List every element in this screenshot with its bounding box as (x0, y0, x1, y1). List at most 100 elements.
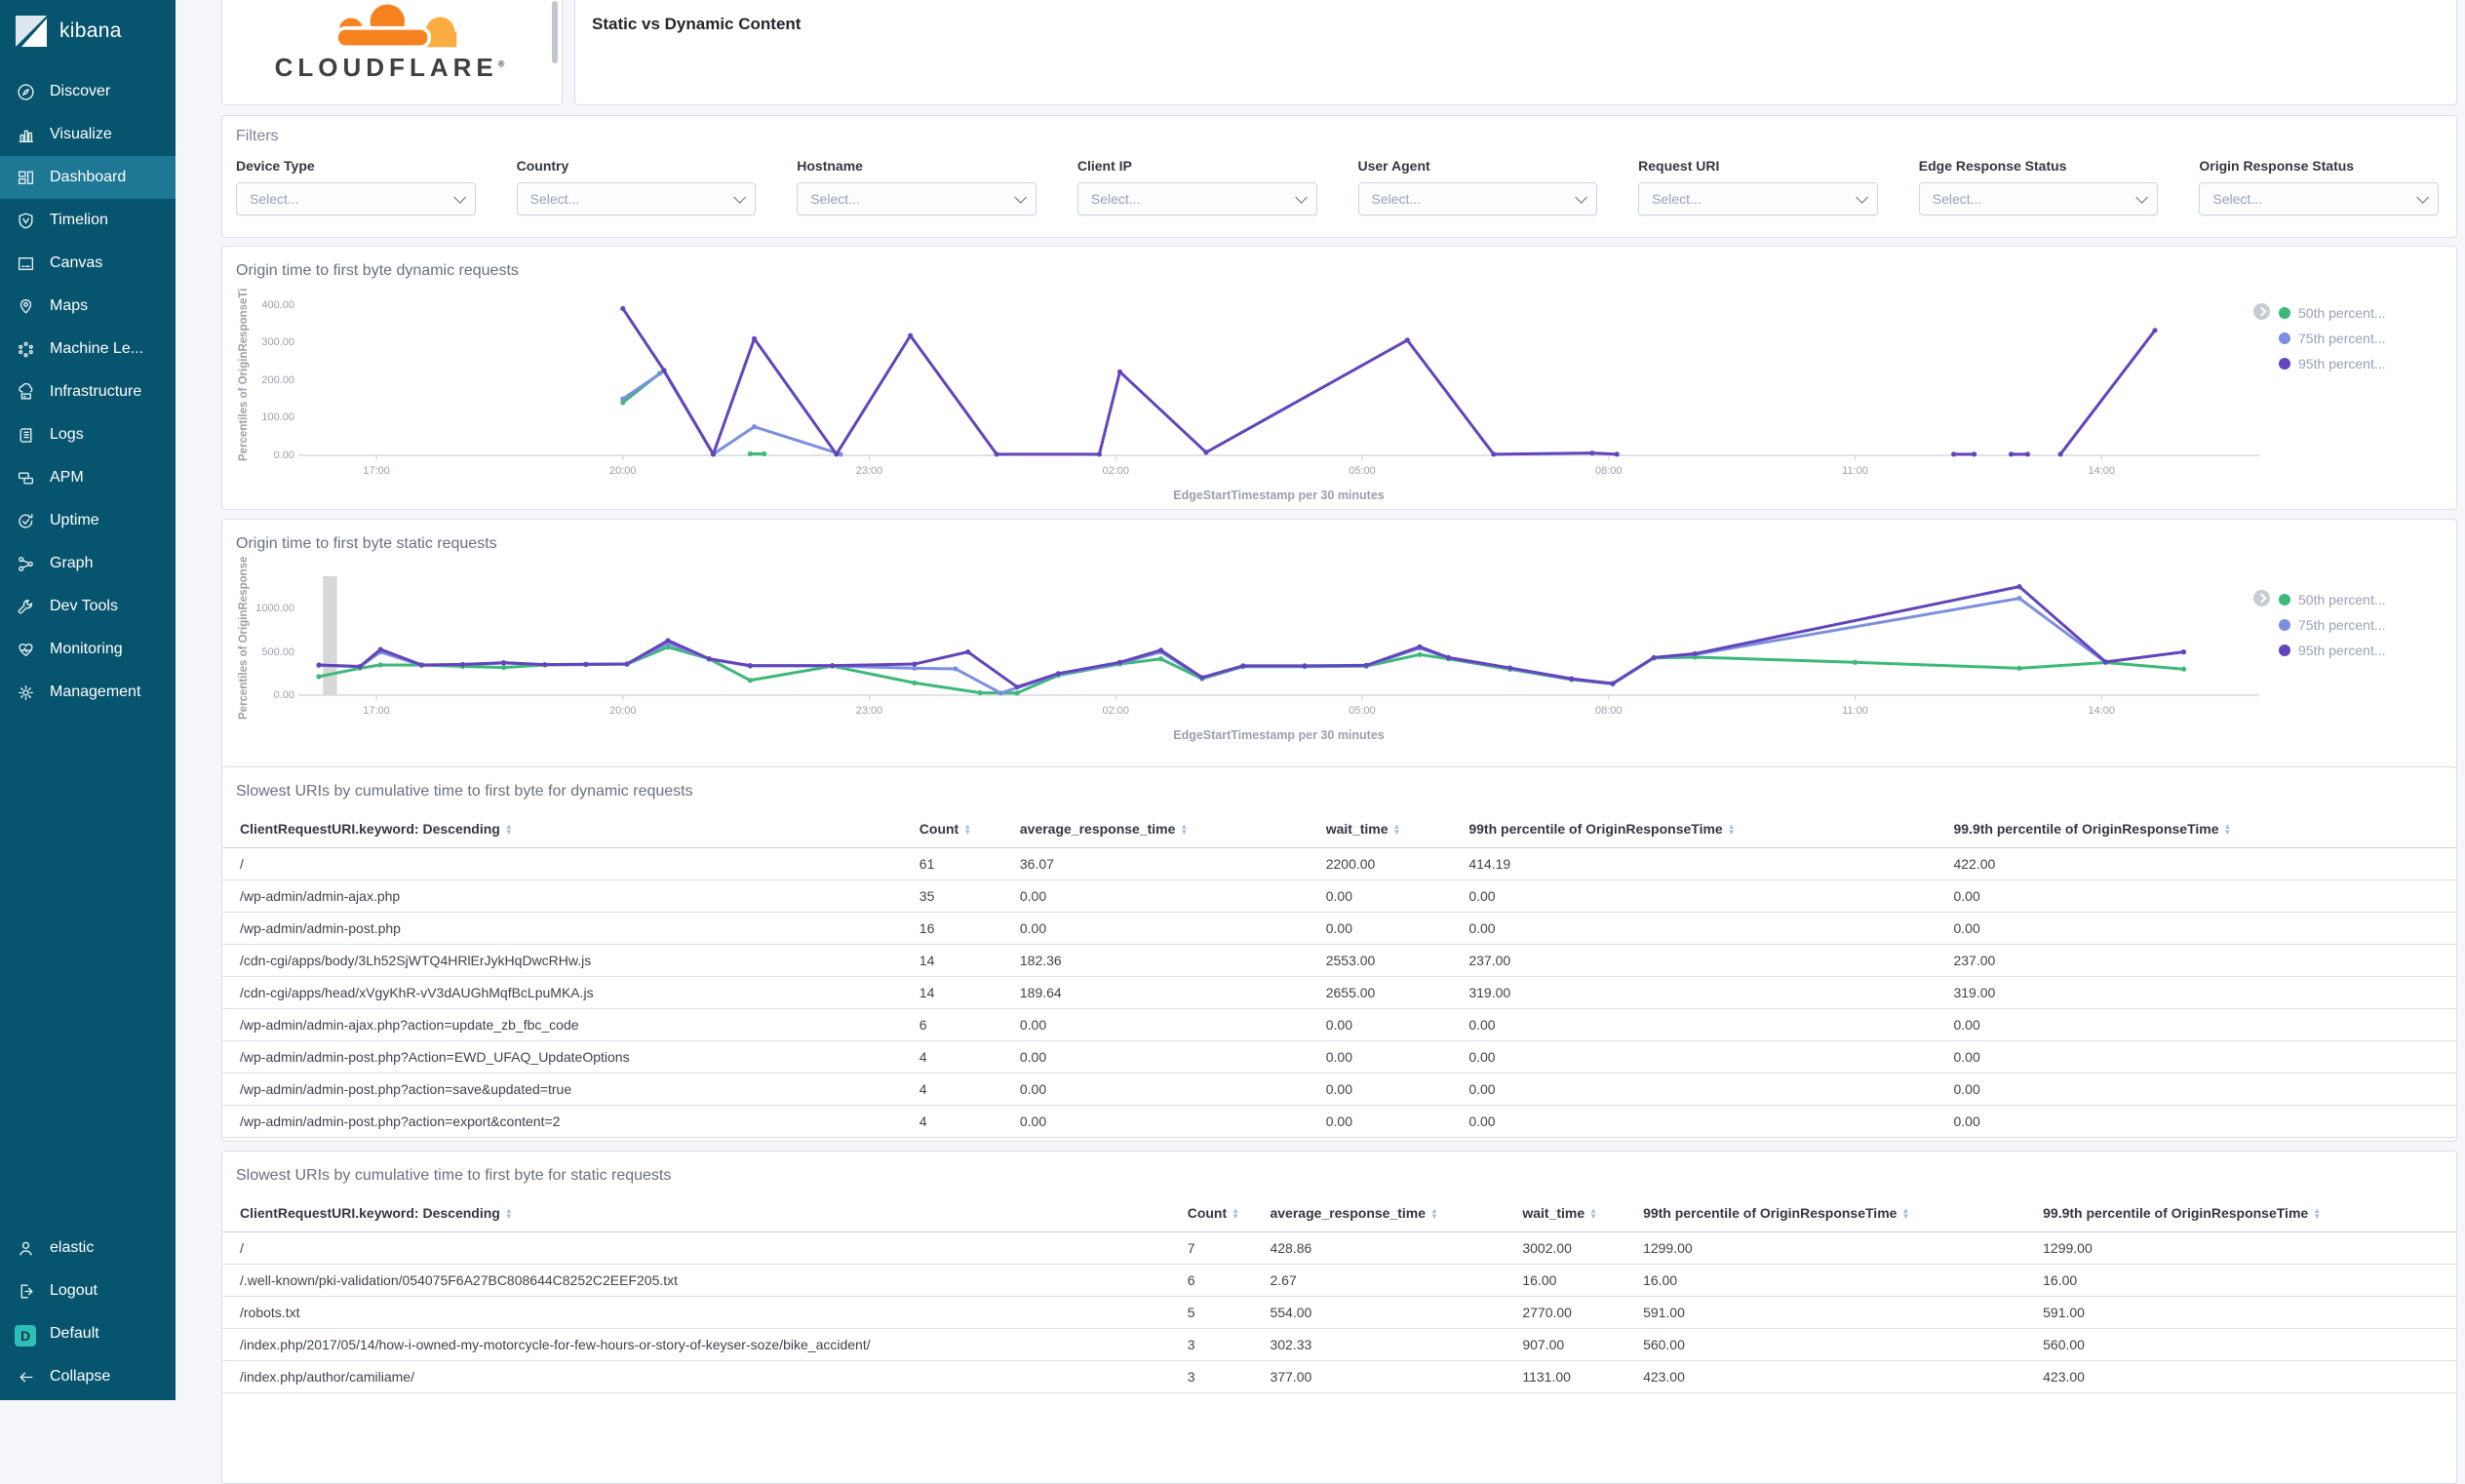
sidebar-item-label: Uptime (50, 512, 99, 528)
column-header-99th-percentile-of-originresponsetime[interactable]: 99th percentile of OriginResponseTime ▲ ▼ (1643, 1194, 2044, 1232)
sidebar-item-apm[interactable]: APM (0, 456, 176, 499)
sidebar-item-label: Management (50, 683, 141, 700)
x-tick-label: 20:00 (609, 705, 637, 717)
table-cell: 14 (919, 944, 1020, 977)
cloudflare-wordmark: CLOUDFLARE® (274, 53, 510, 82)
filter-label: Device Type (236, 158, 315, 174)
filter-select-origin-response-status[interactable]: Select... (2199, 182, 2439, 215)
filter-select-user-agent[interactable]: Select... (1357, 182, 1598, 215)
table-cell: 3 (1187, 1328, 1271, 1361)
sidebar-item-logout[interactable]: Logout (0, 1269, 176, 1312)
legend-item-50th-percent[interactable]: 50th percent... (2253, 590, 2443, 607)
table-cell: 2553.00 (1325, 944, 1469, 977)
sort-icon: ▲ ▼ (1727, 822, 1736, 838)
management-icon (17, 683, 35, 702)
legend-item-95th-percent[interactable]: 95th percent... (2279, 643, 2443, 658)
x-tick-label: 05:00 (1349, 705, 1376, 717)
filter-select-device-type[interactable]: Select... (236, 182, 476, 215)
sidebar-item-label: Logs (50, 426, 84, 443)
legend-collapse-icon[interactable] (2253, 303, 2270, 320)
chart-title-dynamic: Origin time to first byte dynamic reques… (236, 262, 519, 279)
sidebar-item-monitoring[interactable]: Monitoring (0, 628, 176, 671)
legend-item-50th-percent[interactable]: 50th percent... (2253, 303, 2443, 321)
legend-color-dot (2279, 619, 2290, 631)
chevron-down-icon (1014, 190, 1027, 204)
page-title: Static vs Dynamic Content (592, 15, 802, 33)
select-placeholder: Select... (1932, 191, 1982, 207)
x-tick-label: 05:00 (1349, 465, 1376, 477)
table-cell: / (222, 847, 919, 880)
filter-client-ip: Client IP Select... (1076, 158, 1317, 215)
sidebar-item-logs[interactable]: Logs (0, 413, 176, 456)
sidebar-item-dashboard[interactable]: Dashboard (0, 156, 176, 199)
table-cell: 0.00 (1019, 912, 1326, 945)
filter-select-hostname[interactable]: Select... (797, 182, 1037, 215)
column-header-wait-time[interactable]: wait_time ▲ ▼ (1325, 810, 1469, 848)
column-header-average-response-time[interactable]: average_response_time ▲ ▼ (1019, 810, 1326, 848)
x-tick-label: 17:00 (363, 705, 390, 717)
filter-select-client-ip[interactable]: Select... (1076, 182, 1317, 215)
column-header-count[interactable]: Count ▲ ▼ (919, 810, 1020, 848)
table-cell: /index.php/author/camiliame/ (222, 1360, 1188, 1393)
filter-user-agent: User Agent Select... (1357, 158, 1598, 215)
table-cell: 0.00 (1468, 879, 1954, 913)
legend-collapse-icon[interactable] (2253, 590, 2270, 606)
legend-color-dot (2279, 307, 2290, 319)
sidebar-item-elastic[interactable]: elastic (0, 1227, 176, 1269)
column-header-count[interactable]: Count ▲ ▼ (1187, 1194, 1271, 1232)
chart-title-static: Origin time to first byte static request… (236, 535, 497, 552)
table-cell: 319.00 (1468, 976, 1954, 1009)
sidebar-item-canvas[interactable]: Canvas (0, 242, 176, 285)
sidebar-item-graph[interactable]: Graph (0, 542, 176, 585)
sidebar-item-management[interactable]: Management (0, 671, 176, 714)
table-cell: 0.00 (1019, 1105, 1326, 1138)
column-header-average-response-time[interactable]: average_response_time ▲ ▼ (1270, 1194, 1523, 1232)
legend-item-75th-percent[interactable]: 75th percent... (2279, 331, 2443, 346)
table-cell: /wp-admin/admin-ajax.php?action=update_z… (222, 1008, 919, 1041)
column-header-99-9th-percentile-of-originresponsetime[interactable]: 99.9th percentile of OriginResponseTime ▲… (1953, 810, 2456, 848)
chevron-down-icon (1294, 190, 1308, 204)
filter-select-country[interactable]: Select... (516, 182, 757, 215)
table-cell: 0.00 (1953, 1105, 2456, 1138)
legend-color-dot (2279, 332, 2290, 344)
kibana-home-link[interactable]: kibana (0, 0, 176, 62)
chart-legend: 50th percent... 75th percent... 95th perce… (2253, 590, 2443, 668)
panel-scrollbar[interactable] (552, 1, 558, 63)
filter-select-edge-response-status[interactable]: Select... (1918, 182, 2159, 215)
sidebar-item-uptime[interactable]: Uptime (0, 499, 176, 542)
table-cell: 0.00 (1953, 1040, 2456, 1074)
legend-item-95th-percent[interactable]: 95th percent... (2279, 356, 2443, 371)
column-header-clientrequesturi-keyword-descending[interactable]: ClientRequestURI.keyword: Descending ▲ ▼ (222, 1194, 1188, 1232)
table-cell: 6 (1187, 1264, 1271, 1297)
sidebar-item-dev-tools[interactable]: Dev Tools (0, 585, 176, 628)
sidebar-item-timelion[interactable]: Timelion (0, 199, 176, 242)
column-header-wait-time[interactable]: wait_time ▲ ▼ (1522, 1194, 1644, 1232)
filter-select-request-uri[interactable]: Select... (1638, 182, 1878, 215)
table-title-dynamic: Slowest URIs by cumulative time to first… (236, 783, 693, 800)
sidebar-item-visualize[interactable]: Visualize (0, 113, 176, 156)
legend-item-75th-percent[interactable]: 75th percent... (2279, 617, 2443, 633)
canvas-icon (17, 254, 35, 273)
chart-dynamic: Percentiles of OriginResponseTi 0.00 100.0… (234, 288, 2445, 505)
y-tick-label: 0.00 (273, 689, 294, 701)
sidebar-item-discover[interactable]: Discover (0, 70, 176, 113)
table-cell: 0.00 (1468, 1073, 1954, 1106)
sidebar-item-infrastructure[interactable]: Infrastructure (0, 371, 176, 413)
table-row: /61 36.07 2200.00 414.19 422.00 (222, 847, 2456, 880)
legend-label: 75th percent... (2298, 617, 2386, 633)
sidebar-item-default[interactable]: D Default (0, 1312, 176, 1355)
column-header-clientrequesturi-keyword-descending[interactable]: ClientRequestURI.keyword: Descending ▲ ▼ (222, 810, 919, 848)
sidebar-item-label: Logout (50, 1282, 98, 1299)
sidebar-item-maps[interactable]: Maps (0, 285, 176, 328)
table-cell: 591.00 (2043, 1296, 2456, 1329)
sidebar-item-machine-le[interactable]: Machine Le... (0, 328, 176, 371)
select-placeholder: Select... (1652, 191, 1702, 207)
sidebar-item-collapse[interactable]: Collapse (0, 1355, 176, 1398)
column-header-99-9th-percentile-of-originresponsetime[interactable]: 99.9th percentile of OriginResponseTime ▲… (2043, 1194, 2456, 1232)
table-cell: 422.00 (1953, 847, 2456, 880)
chevron-down-icon (1856, 190, 1868, 204)
sort-icon: ▲ ▼ (1392, 822, 1401, 838)
table-header-row: ClientRequestURI.keyword: Descending ▲ ▼ Co… (222, 1194, 2456, 1232)
column-header-99th-percentile-of-originresponsetime[interactable]: 99th percentile of OriginResponseTime ▲ ▼ (1468, 810, 1954, 848)
legend-color-dot (2279, 594, 2290, 605)
